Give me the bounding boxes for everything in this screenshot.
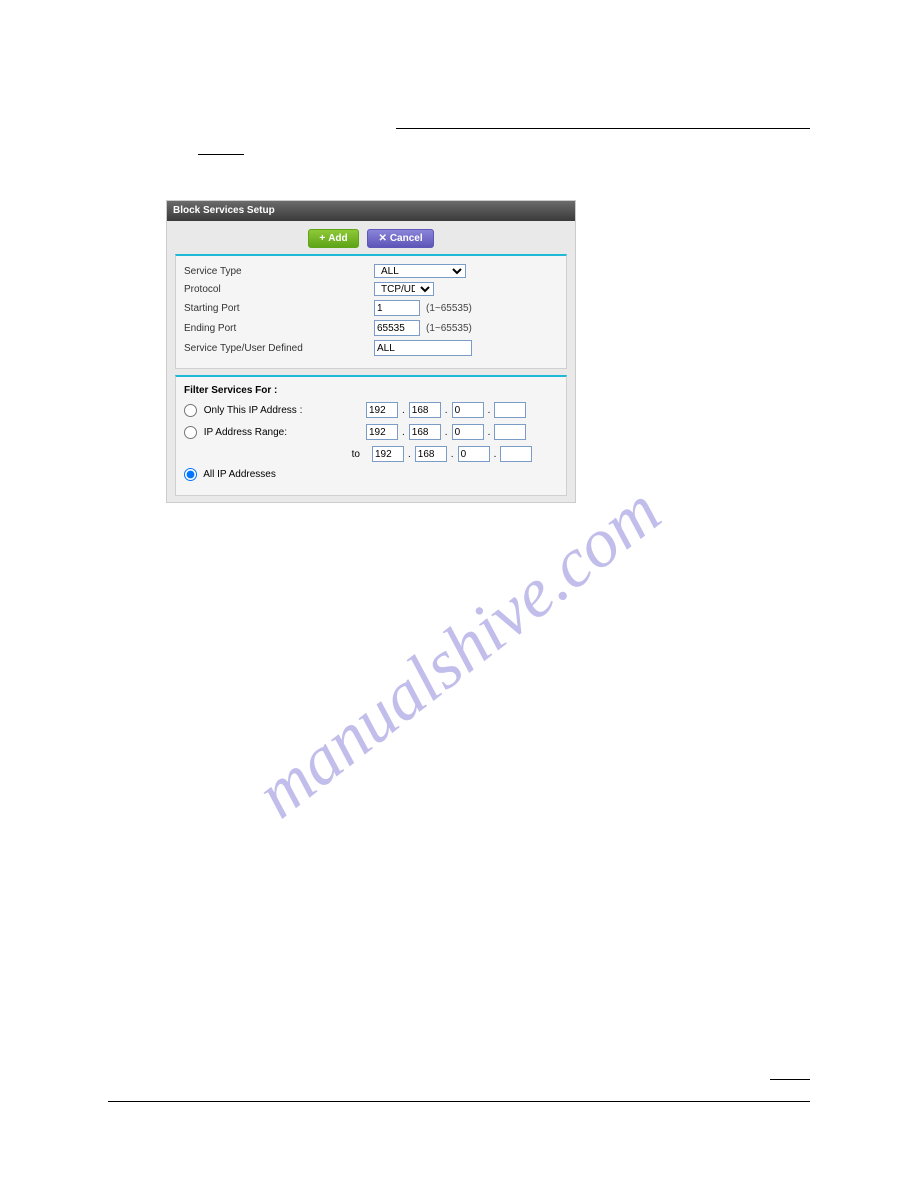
only-this-ip-label: Only This IP Address : [204,405,303,416]
starting-port-label: Starting Port [184,303,374,314]
add-button[interactable]: +Add [308,229,358,248]
service-type-label: Service Type [184,266,374,277]
starting-port-hint: (1~65535) [426,303,472,314]
only-ip-oct3[interactable] [452,402,484,418]
top-divider [396,128,810,129]
dot: . [406,449,413,460]
cancel-button[interactable]: ✕ Cancel [367,229,433,248]
block-services-setup-panel: Block Services Setup +Add ✕ Cancel Servic… [166,200,576,503]
dot: . [400,427,407,438]
all-ip-label: All IP Addresses [203,469,276,480]
service-settings-section: Service Type ALL Protocol TCP/UDP Starti… [175,254,567,369]
all-ip-radio[interactable] [184,468,197,481]
ip-range-radio[interactable] [184,426,197,439]
to-label: to [352,449,366,460]
ip-range-row: IP Address Range: . . . [184,424,558,440]
only-this-ip-row: Only This IP Address : . . . [184,402,558,418]
dot: . [486,427,493,438]
dot: . [492,449,499,460]
plus-icon: + [319,233,325,244]
range-from-oct2[interactable] [409,424,441,440]
ending-port-label: Ending Port [184,323,374,334]
short-divider [198,154,244,155]
bottom-divider [108,1101,810,1102]
filter-title: Filter Services For : [184,385,558,396]
filter-services-section: Filter Services For : Only This IP Addre… [175,375,567,496]
service-type-select[interactable]: ALL [374,264,466,278]
starting-port-input[interactable] [374,300,420,316]
dot: . [449,449,456,460]
range-from-oct1[interactable] [366,424,398,440]
user-defined-label: Service Type/User Defined [184,343,374,354]
add-button-label: Add [328,233,347,244]
protocol-select[interactable]: TCP/UDP [374,282,434,296]
bottom-short-divider [770,1079,810,1080]
close-icon: ✕ [378,233,386,244]
only-ip-oct2[interactable] [409,402,441,418]
dot: . [486,405,493,416]
user-defined-input[interactable] [374,340,472,356]
ip-range-to-row: to . . . [184,446,558,462]
dot: . [443,405,450,416]
panel-title: Block Services Setup [167,201,575,221]
range-from-oct4[interactable] [494,424,526,440]
ip-range-label: IP Address Range: [204,427,287,438]
range-to-oct1[interactable] [372,446,404,462]
range-to-oct4[interactable] [500,446,532,462]
all-ip-row: All IP Addresses [184,468,558,481]
ending-port-input[interactable] [374,320,420,336]
ending-port-hint: (1~65535) [426,323,472,334]
only-ip-oct1[interactable] [366,402,398,418]
range-from-oct3[interactable] [452,424,484,440]
range-to-oct3[interactable] [458,446,490,462]
only-this-ip-radio[interactable] [184,404,197,417]
button-row: +Add ✕ Cancel [167,221,575,254]
dot: . [443,427,450,438]
range-to-oct2[interactable] [415,446,447,462]
only-ip-oct4[interactable] [494,402,526,418]
watermark-text: manualshive.com [242,472,676,835]
protocol-label: Protocol [184,284,374,295]
cancel-button-label: Cancel [390,233,423,244]
dot: . [400,405,407,416]
